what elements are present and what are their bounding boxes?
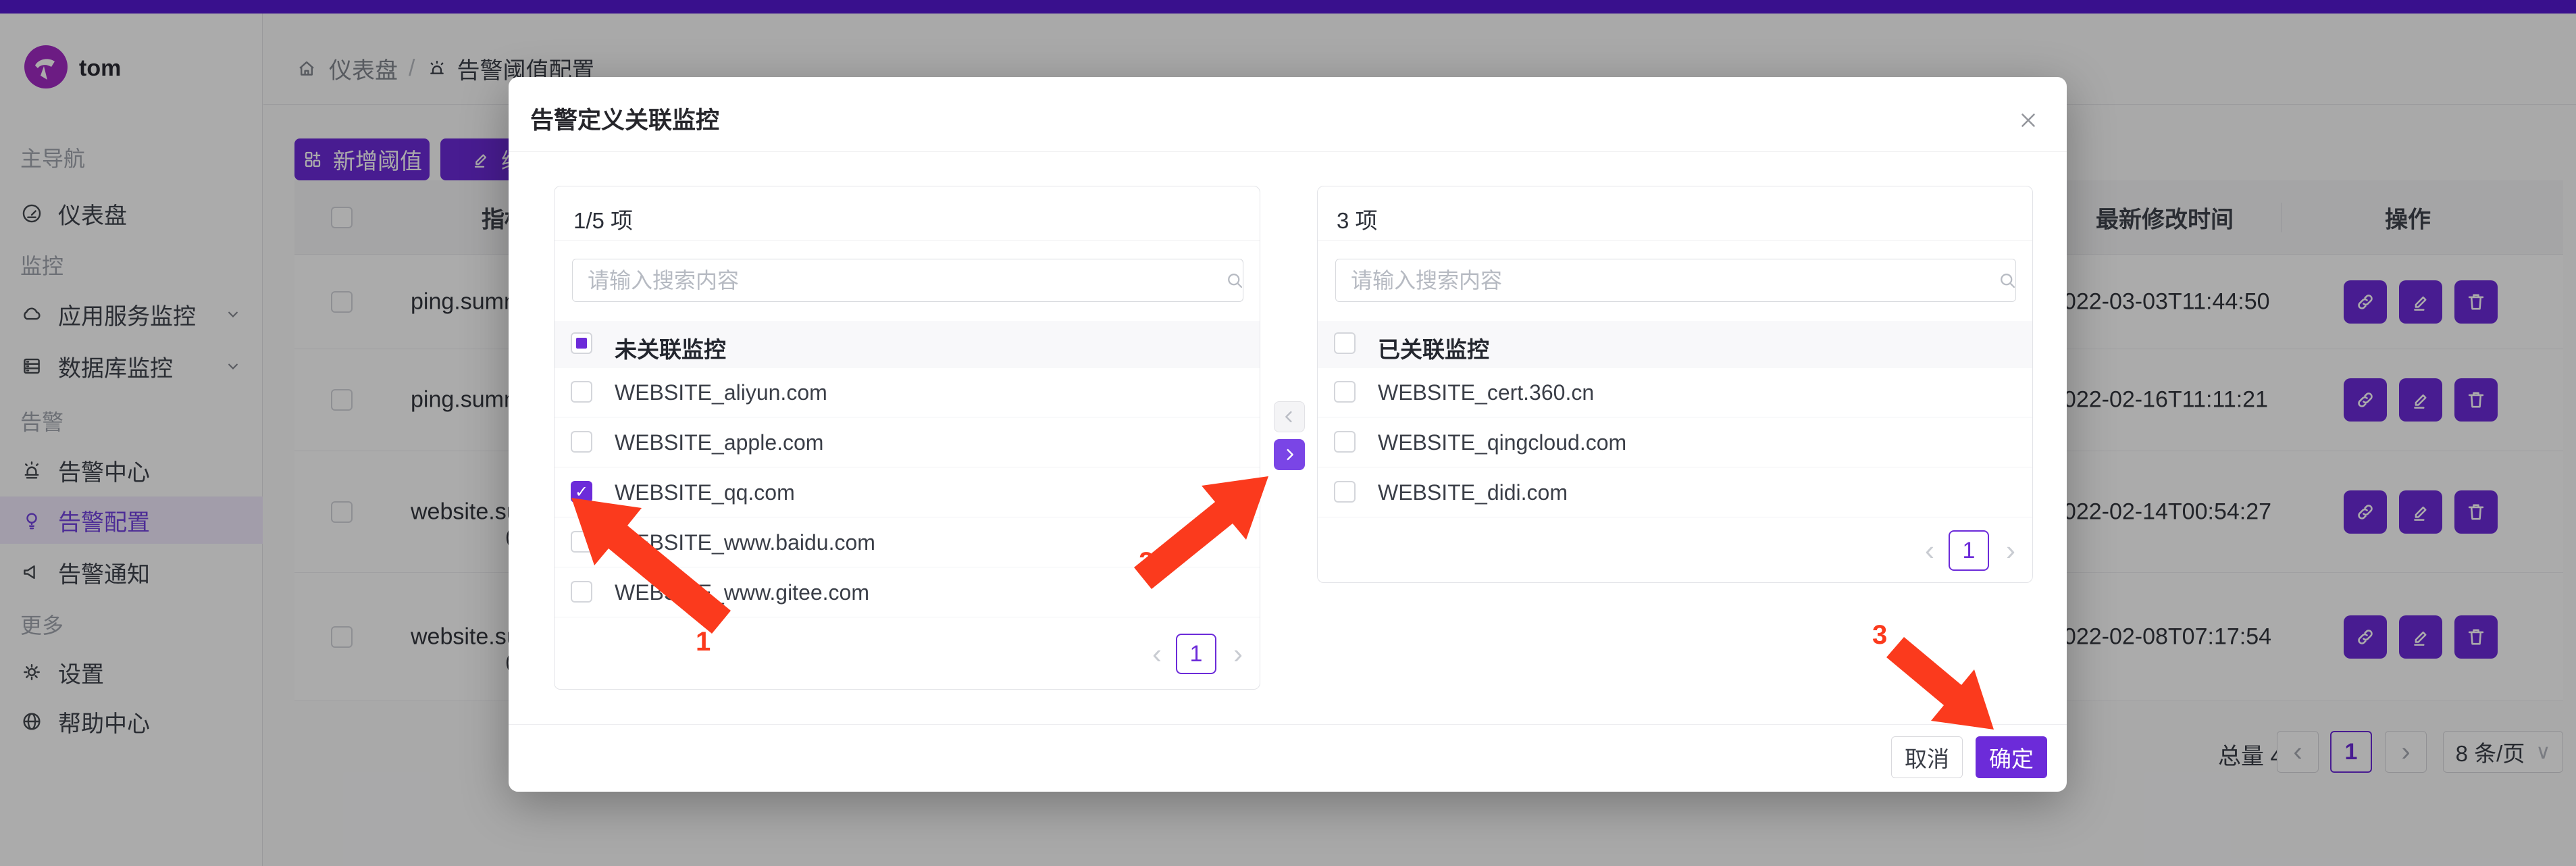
app-screen: tom 主导航 仪表盘 监控 应用服务监控 数据库监控 告警 告警中心 告警配置 bbox=[0, 0, 2576, 866]
list-item[interactable]: WEBSITE_apple.com bbox=[555, 417, 1260, 467]
list-item[interactable]: WEBSITE_qingcloud.com bbox=[1318, 417, 2032, 467]
modal-title: 告警定义关联监控 bbox=[530, 101, 719, 136]
search-input[interactable] bbox=[1335, 259, 2016, 302]
group-checkbox[interactable] bbox=[1334, 332, 1356, 354]
chevron-right-icon: › bbox=[1233, 638, 1243, 670]
item-checkbox[interactable] bbox=[571, 531, 592, 553]
transfer-to-left-button[interactable] bbox=[1274, 401, 1305, 432]
unlinked-group-header: 未关联监控 bbox=[555, 321, 1260, 367]
panel-prev-page[interactable]: ‹ bbox=[1143, 634, 1170, 674]
close-icon[interactable] bbox=[2015, 107, 2042, 134]
panel-divider bbox=[1318, 240, 2032, 241]
modal-header-divider bbox=[509, 151, 2067, 152]
chevron-left-icon: ‹ bbox=[1152, 638, 1162, 670]
panel-prev-page[interactable]: ‹ bbox=[1916, 530, 1943, 571]
item-checkbox[interactable] bbox=[571, 431, 592, 453]
panel-next-page[interactable]: › bbox=[1997, 530, 2024, 571]
item-label: WEBSITE_apple.com bbox=[615, 430, 823, 455]
list-item[interactable]: WEBSITE_www.gitee.com bbox=[555, 567, 1260, 617]
item-label: WEBSITE_qq.com bbox=[615, 480, 795, 505]
item-checkbox-checked[interactable]: ✓ bbox=[571, 481, 592, 503]
item-label: WEBSITE_www.baidu.com bbox=[615, 530, 875, 555]
item-label: WEBSITE_www.gitee.com bbox=[615, 580, 869, 605]
search-icon bbox=[1225, 270, 1245, 290]
associate-monitor-modal: 告警定义关联监控 1/5 项 未关联监控 WEBSITE_aliyun.com … bbox=[509, 77, 2067, 792]
unlinked-count: 1/5 项 bbox=[573, 203, 633, 235]
chevron-right-icon: › bbox=[2006, 534, 2015, 567]
check-icon: ✓ bbox=[575, 482, 588, 502]
item-checkbox[interactable] bbox=[571, 381, 592, 403]
chevron-left-icon: ‹ bbox=[1925, 534, 1934, 567]
item-checkbox[interactable] bbox=[1334, 481, 1356, 503]
list-item[interactable]: ✓ WEBSITE_qq.com bbox=[555, 467, 1260, 517]
panel-current-page[interactable]: 1 bbox=[1949, 530, 1989, 571]
item-checkbox[interactable] bbox=[571, 581, 592, 603]
item-label: WEBSITE_aliyun.com bbox=[615, 380, 827, 405]
list-item[interactable]: WEBSITE_www.baidu.com bbox=[555, 517, 1260, 567]
panel-current-page[interactable]: 1 bbox=[1176, 634, 1216, 674]
list-item[interactable]: WEBSITE_aliyun.com bbox=[555, 367, 1260, 417]
unlinked-panel: 1/5 项 未关联监控 WEBSITE_aliyun.com WEBSITE_a… bbox=[554, 186, 1260, 690]
search-icon bbox=[1997, 270, 2017, 290]
transfer-to-right-button[interactable] bbox=[1274, 439, 1305, 470]
list-item[interactable]: WEBSITE_cert.360.cn bbox=[1318, 367, 2032, 417]
item-label: WEBSITE_qingcloud.com bbox=[1378, 430, 1626, 455]
list-item[interactable]: WEBSITE_didi.com bbox=[1318, 467, 2032, 517]
item-checkbox[interactable] bbox=[1334, 431, 1356, 453]
linked-panel: 3 项 已关联监控 WEBSITE_cert.360.cn WEBSITE_qi… bbox=[1317, 186, 2033, 583]
search-input[interactable] bbox=[572, 259, 1243, 302]
item-checkbox[interactable] bbox=[1334, 381, 1356, 403]
linked-count: 3 项 bbox=[1337, 203, 1378, 235]
modal-footer-divider bbox=[509, 724, 2067, 725]
group-label: 已关联监控 bbox=[1378, 332, 1489, 364]
item-label: WEBSITE_didi.com bbox=[1378, 480, 1568, 505]
linked-group-header: 已关联监控 bbox=[1318, 321, 2032, 367]
panel-divider bbox=[555, 240, 1260, 241]
group-checkbox-indeterminate[interactable] bbox=[571, 332, 592, 354]
panel-next-page[interactable]: › bbox=[1225, 634, 1252, 674]
cancel-button[interactable]: 取消 bbox=[1891, 736, 1963, 778]
group-label: 未关联监控 bbox=[615, 332, 726, 364]
confirm-button[interactable]: 确定 bbox=[1976, 736, 2047, 778]
item-label: WEBSITE_cert.360.cn bbox=[1378, 380, 1594, 405]
